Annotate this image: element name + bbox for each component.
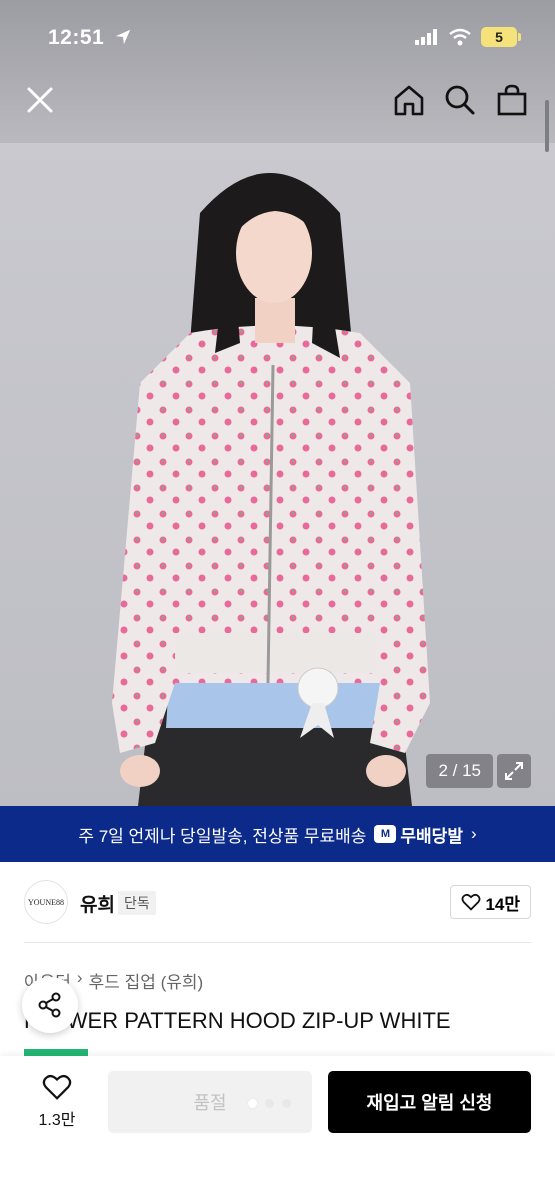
page-dot (282, 1099, 291, 1108)
home-button[interactable] (391, 82, 427, 118)
close-button[interactable] (22, 82, 58, 118)
signal-icon (415, 29, 437, 45)
divider (24, 942, 531, 943)
shopping-bag-icon (497, 84, 527, 116)
heart-icon (42, 1074, 72, 1100)
delivery-logo-text: 무배당발 (400, 826, 463, 846)
status-icons: 5 (415, 26, 521, 48)
cart-button[interactable] (494, 82, 530, 118)
model-photo (112, 173, 430, 806)
heart-icon (461, 893, 481, 911)
close-icon (27, 87, 53, 113)
chevron-right-icon: › (470, 824, 477, 843)
brand-name[interactable]: 유희 (80, 890, 115, 917)
status-time: 12:51 (48, 26, 105, 49)
image-counter: 2 / 15 (426, 754, 493, 788)
product-image[interactable] (0, 143, 555, 806)
search-icon (445, 85, 475, 115)
brand-like-button[interactable]: 14만 (450, 885, 531, 919)
share-button[interactable] (22, 977, 78, 1033)
page-dot (248, 1099, 257, 1108)
page-dot (265, 1099, 274, 1108)
product-title: FLOWER PATTERN HOOD ZIP-UP WHITE (24, 1008, 451, 1033)
battery-indicator: 5 (481, 27, 521, 47)
search-button[interactable] (442, 82, 478, 118)
page-indicator (248, 1099, 291, 1108)
breadcrumb-separator: › (76, 968, 83, 987)
share-icon (38, 992, 61, 1018)
restock-alert-button[interactable]: 재입고 알림 신청 (328, 1071, 531, 1133)
top-bar: 12:51 5 (0, 0, 555, 143)
free-delivery-logo: M 무배당발 (374, 822, 463, 847)
location-arrow-icon (115, 29, 131, 45)
delivery-badge: M (374, 825, 397, 843)
home-icon (394, 85, 424, 116)
expand-button[interactable] (497, 754, 531, 788)
shipping-banner[interactable]: 주 7일 언제나 당일발송, 전상품 무료배송 M 무배당발 › (0, 806, 555, 862)
scrollbar[interactable] (545, 100, 549, 152)
brand-logo-text: YOUNE88 (28, 897, 64, 907)
favorite-count: 1.3만 (38, 1112, 76, 1129)
brand-like-count: 14만 (485, 894, 520, 914)
banner-text: 주 7일 언제나 당일발송, 전상품 무료배송 (78, 826, 367, 846)
breadcrumb-subcategory[interactable]: 후드 집업 (유희) (89, 968, 204, 993)
brand-logo[interactable]: YOUNE88 (24, 880, 68, 924)
exclusive-badge: 단독 (118, 891, 156, 915)
favorite-button[interactable]: 1.3만 (28, 1072, 86, 1130)
expand-icon (505, 762, 523, 780)
wifi-icon (449, 28, 471, 46)
battery-level: 5 (495, 29, 503, 45)
